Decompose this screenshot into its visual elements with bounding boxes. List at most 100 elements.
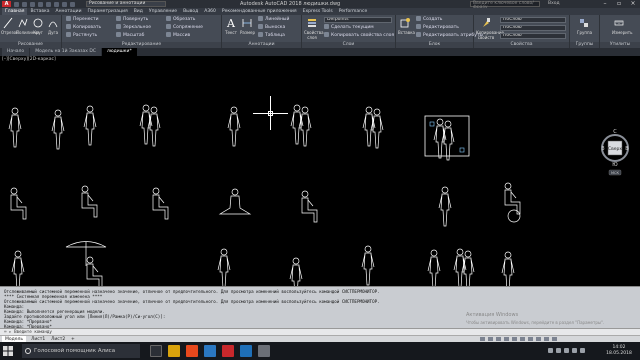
help-search-input[interactable]: Введите ключевое слово/фразу <box>470 1 540 10</box>
figure-standing-8[interactable] <box>289 257 303 286</box>
file-tab-current[interactable]: людишки* <box>101 48 137 56</box>
autocad-taskbar-icon[interactable] <box>222 345 234 357</box>
figure-standing-1[interactable] <box>8 107 22 148</box>
drawing-viewport[interactable]: [–][Сверху][2D-каркас] Сверх С Ю З В МСК <box>0 56 640 286</box>
figure-sitting-4[interactable] <box>301 190 318 223</box>
dimension-button[interactable]: Размер <box>240 17 255 35</box>
figure-sitting-2[interactable] <box>81 185 98 218</box>
polar-toggle-icon[interactable] <box>504 337 509 341</box>
undo-icon[interactable] <box>54 1 59 7</box>
workspace-switch-icon[interactable] <box>544 337 549 341</box>
share-icon[interactable] <box>70 1 75 7</box>
print-icon[interactable] <box>46 1 51 7</box>
measure-button[interactable]: Измерить <box>612 17 632 35</box>
windows-start-icon[interactable] <box>3 346 13 356</box>
tab-featured-apps[interactable]: Рекомендованные приложения <box>219 8 300 15</box>
leader-button[interactable]: Выноска <box>258 24 285 31</box>
new-file-icon[interactable] <box>14 1 19 7</box>
compass-south[interactable]: Ю <box>612 162 618 168</box>
notifications-icon[interactable] <box>580 348 585 353</box>
figure-selected-block[interactable] <box>424 115 470 160</box>
save-icon[interactable] <box>30 1 35 7</box>
command-line-prompt[interactable]: ⌨ ▸ Введите команду <box>4 329 52 334</box>
figure-standing-3[interactable] <box>83 105 97 146</box>
grid-toggle-icon[interactable] <box>480 337 485 341</box>
compass-east[interactable]: В <box>625 146 629 152</box>
layer-properties-button[interactable]: Свойства слоя <box>304 17 324 40</box>
make-current-button[interactable]: Сделать текущим <box>324 24 374 31</box>
text-button[interactable]: A Текст <box>224 17 238 35</box>
array-button[interactable]: Массив <box>166 32 190 39</box>
workspace-dropdown[interactable]: Рисование и аннотации <box>86 1 166 7</box>
linear-button[interactable]: Линейный <box>258 16 289 23</box>
file-tab-start[interactable]: Начало <box>2 48 30 56</box>
layer-dropdown[interactable]: Defpoints <box>324 17 392 23</box>
volume-icon[interactable] <box>564 348 569 353</box>
tab-express-tools[interactable]: Express Tools <box>300 8 336 15</box>
scale-button[interactable]: Масштаб <box>116 32 144 39</box>
viewcube-navigation[interactable]: Сверх С Ю З В МСК <box>600 124 630 178</box>
osnap-toggle-icon[interactable] <box>512 337 517 341</box>
circle-button[interactable]: Круг <box>31 17 45 35</box>
minimize-icon[interactable]: – <box>598 0 612 8</box>
figure-standing-9[interactable] <box>361 245 375 286</box>
figure-standing-5[interactable] <box>438 186 452 227</box>
compass-north[interactable]: С <box>613 129 617 135</box>
figure-couple-2[interactable] <box>291 105 311 146</box>
figure-sitting-1[interactable] <box>10 187 27 220</box>
file-explorer-icon[interactable] <box>168 345 180 357</box>
open-file-icon[interactable] <box>22 1 27 7</box>
figure-couple-3[interactable] <box>363 107 383 148</box>
linetype-dropdown[interactable]: ПоСлою <box>500 25 566 31</box>
insert-block-button[interactable]: Вставка <box>398 17 415 35</box>
figure-standing-10[interactable] <box>427 249 441 286</box>
taskbar-search-box[interactable]: Голосовой помощник Алиса <box>22 344 140 358</box>
figure-couple-4[interactable] <box>454 249 474 286</box>
mail-icon[interactable] <box>204 345 216 357</box>
color-dropdown[interactable]: ПоСлою <box>500 17 566 23</box>
polyline-button[interactable]: Полилиния <box>16 17 39 35</box>
file-tab-model[interactable]: Модель на 1й Заказах DC <box>30 48 101 56</box>
chevron-up-icon[interactable] <box>548 348 553 353</box>
tab-insert[interactable]: Вставка <box>27 8 52 15</box>
annotation-scale-icon[interactable] <box>536 337 541 341</box>
figure-sitting-3[interactable] <box>152 187 169 220</box>
lineweight-dropdown[interactable]: ПоСлою <box>500 33 566 39</box>
compass-west[interactable]: З <box>601 146 604 152</box>
browser-icon[interactable] <box>186 345 198 357</box>
task-view-icon[interactable] <box>150 345 162 357</box>
close-icon[interactable]: × <box>626 0 640 8</box>
create-block-button[interactable]: Создать <box>416 16 442 23</box>
figure-couple-1[interactable] <box>140 105 160 146</box>
otrack-toggle-icon[interactable] <box>520 337 525 341</box>
figure-standing-7[interactable] <box>217 248 231 286</box>
edit-block-button[interactable]: Редактировать <box>416 24 459 31</box>
figure-standing-2[interactable] <box>51 109 65 150</box>
figure-standing-4[interactable] <box>227 106 241 147</box>
match-properties-button[interactable]: Копирование свойств <box>476 17 504 40</box>
save-as-icon[interactable] <box>38 1 43 7</box>
snap-toggle-icon[interactable] <box>488 337 493 341</box>
line-button[interactable]: Отрезок <box>1 17 18 35</box>
arc-button[interactable]: Дуга <box>46 17 60 35</box>
ortho-toggle-icon[interactable] <box>496 337 501 341</box>
tab-output[interactable]: Вывод <box>180 8 201 15</box>
language-icon[interactable] <box>572 348 577 353</box>
figure-standing-6[interactable] <box>11 250 25 286</box>
redo-icon[interactable] <box>62 1 67 7</box>
table-button[interactable]: Таблица <box>258 32 285 39</box>
sign-in-link[interactable]: Вход <box>548 1 560 6</box>
figure-crosslegged[interactable] <box>218 188 252 215</box>
app-taskbar-icon[interactable] <box>258 345 270 357</box>
tab-view[interactable]: Вид <box>131 8 146 15</box>
tab-home[interactable]: Главная <box>2 8 28 15</box>
maximize-icon[interactable]: ▫ <box>612 0 626 8</box>
figure-standing-11[interactable] <box>501 251 515 286</box>
autocad-logo-icon[interactable]: A <box>2 1 11 7</box>
command-line-input[interactable] <box>0 328 640 335</box>
customize-menu-icon[interactable] <box>552 337 557 341</box>
group-button[interactable]: Группа <box>577 17 592 35</box>
lineweight-toggle-icon[interactable] <box>528 337 533 341</box>
viewcube-top-face[interactable]: Сверх <box>608 146 622 152</box>
trim-button[interactable]: Обрезать <box>166 16 195 23</box>
